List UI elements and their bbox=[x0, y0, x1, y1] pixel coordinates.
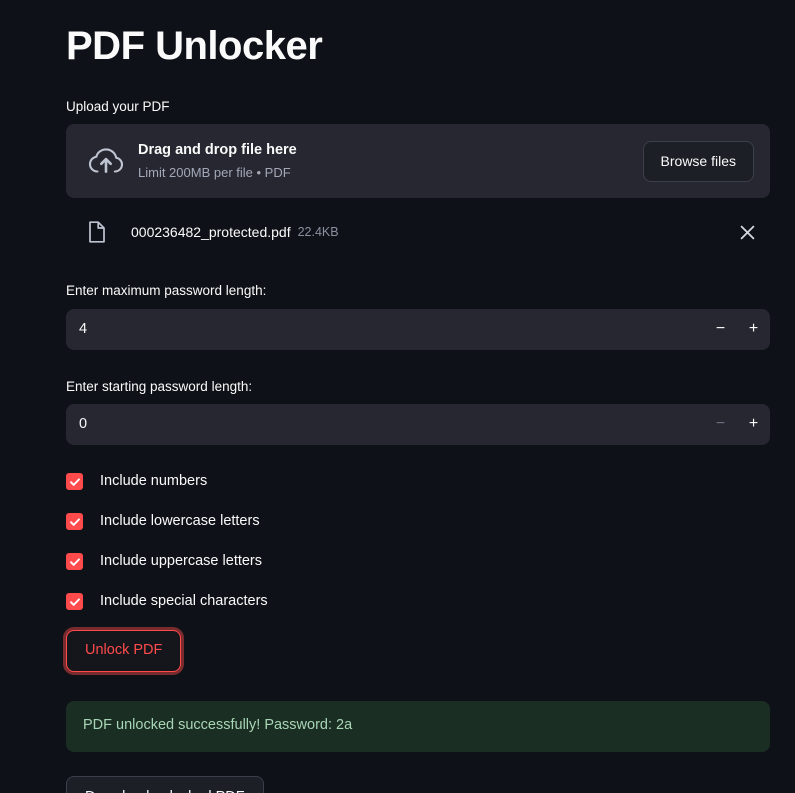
checkbox-label-include-numbers: Include numbers bbox=[100, 472, 208, 489]
download-unlocked-pdf-button[interactable]: Download unlocked PDF bbox=[66, 775, 264, 793]
remove-file-icon[interactable] bbox=[734, 219, 760, 245]
checkbox-include-lowercase[interactable] bbox=[66, 513, 83, 531]
dropzone-limit: Limit 200MB per file • PDF bbox=[138, 164, 291, 180]
checkbox-row-include-lowercase[interactable]: Include lowercase letters bbox=[66, 510, 770, 534]
max-length-decrement-button[interactable]: − bbox=[704, 309, 737, 350]
checkbox-label-include-lowercase: Include lowercase letters bbox=[100, 512, 260, 529]
checkbox-row-include-uppercase[interactable]: Include uppercase letters bbox=[66, 550, 770, 574]
checkbox-include-numbers[interactable] bbox=[66, 473, 83, 491]
checkbox-include-uppercase[interactable] bbox=[66, 553, 83, 571]
success-alert-text: PDF unlocked successfully! Password: 2a bbox=[83, 717, 353, 734]
max-password-length-input[interactable]: 4 − + bbox=[66, 308, 770, 350]
max-length-label: Enter maximum password length: bbox=[66, 283, 267, 299]
starting-password-length-input[interactable]: 0 − + bbox=[66, 403, 770, 445]
unlock-pdf-button[interactable]: Unlock PDF bbox=[66, 629, 182, 672]
file-dropzone[interactable]: Drag and drop file here Limit 200MB per … bbox=[66, 124, 770, 199]
uploader-label: Upload your PDF bbox=[66, 99, 170, 114]
start-length-decrement-button[interactable]: − bbox=[704, 404, 737, 445]
start-length-increment-button[interactable]: + bbox=[737, 404, 770, 445]
checkbox-row-include-special[interactable]: Include special characters bbox=[66, 590, 770, 614]
uploaded-file-name: 000236482_protected.pdf bbox=[131, 223, 291, 240]
cloud-upload-icon bbox=[84, 139, 128, 183]
start-length-value[interactable]: 0 bbox=[66, 414, 704, 434]
checkbox-include-special[interactable] bbox=[66, 593, 83, 611]
options-checkbox-list: Include numbers Include lowercase letter… bbox=[66, 470, 770, 614]
file-document-icon bbox=[86, 221, 108, 243]
max-length-increment-button[interactable]: + bbox=[737, 309, 770, 350]
app-container: PDF Unlocker Upload your PDF Drag and dr… bbox=[0, 0, 795, 793]
browse-files-button[interactable]: Browse files bbox=[642, 140, 754, 182]
unlock-button-wrap: Unlock PDF bbox=[66, 629, 770, 672]
page-title: PDF Unlocker bbox=[66, 24, 323, 68]
uploaded-file-row: 000236482_protected.pdf 22.4KB bbox=[66, 210, 770, 254]
max-length-value[interactable]: 4 bbox=[66, 319, 704, 339]
checkbox-label-include-special: Include special characters bbox=[100, 592, 268, 609]
start-length-label: Enter starting password length: bbox=[66, 378, 253, 394]
dropzone-title: Drag and drop file here bbox=[138, 142, 297, 159]
dropzone-text: Drag and drop file here Limit 200MB per … bbox=[138, 140, 643, 182]
download-button-wrap: Download unlocked PDF bbox=[66, 775, 770, 793]
uploaded-file-size: 22.4KB bbox=[297, 224, 339, 239]
success-alert: PDF unlocked successfully! Password: 2a bbox=[66, 700, 770, 752]
checkbox-row-include-numbers[interactable]: Include numbers bbox=[66, 470, 770, 494]
checkbox-label-include-uppercase: Include uppercase letters bbox=[100, 552, 263, 569]
